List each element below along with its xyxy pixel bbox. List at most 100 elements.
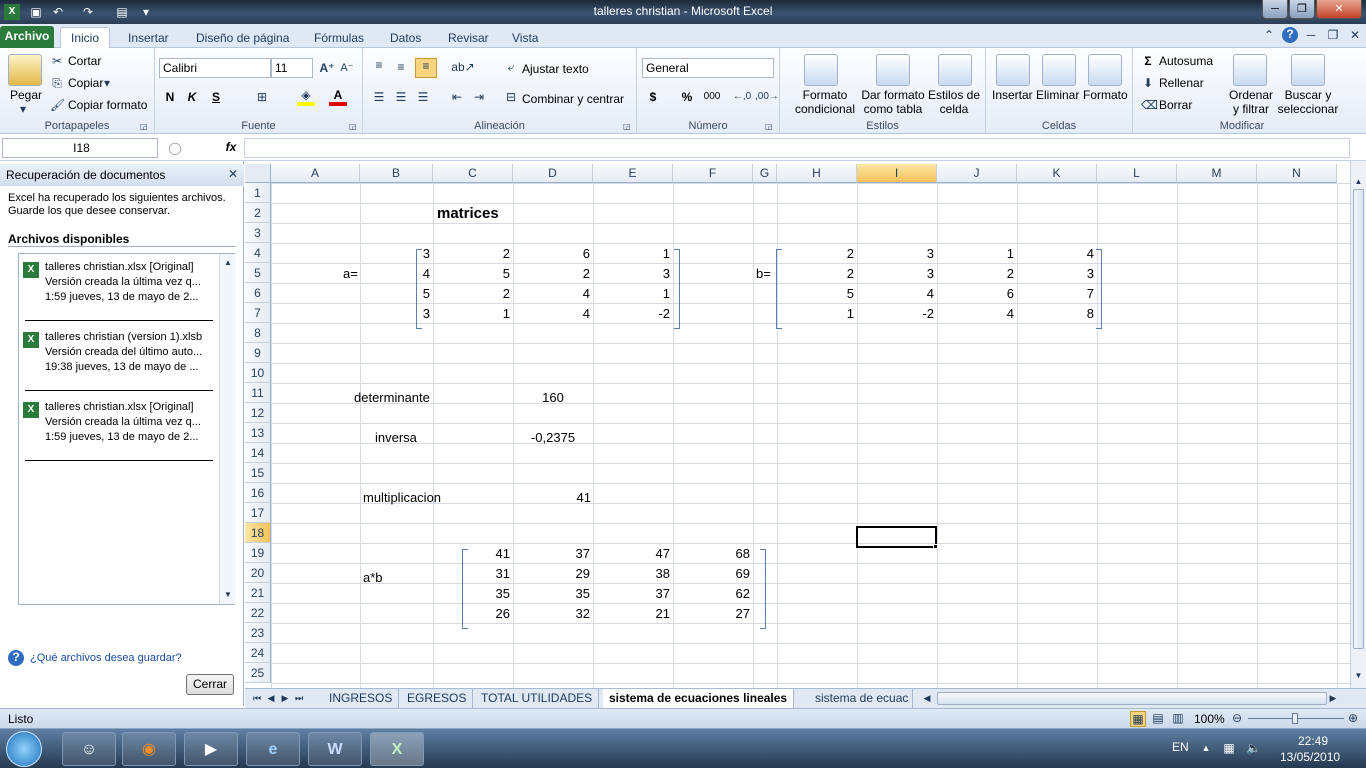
sheet-tab-ingresos[interactable]: INGRESOS: [323, 689, 400, 708]
thousands-button[interactable]: 000: [701, 90, 723, 104]
value-multiplicacion[interactable]: 41: [513, 488, 591, 508]
underline-button[interactable]: S: [209, 90, 223, 104]
align-middle-icon[interactable]: ≡: [393, 60, 409, 74]
insert-function-button[interactable]: fx: [222, 140, 240, 154]
clear-button[interactable]: Borrar: [1159, 98, 1192, 112]
matrix-cell[interactable]: 2: [937, 264, 1014, 284]
active-cell-selection[interactable]: [856, 526, 937, 548]
matrix-cell[interactable]: -2: [857, 304, 934, 324]
matrix-cell[interactable]: 1: [433, 304, 510, 324]
matrix-cell[interactable]: 29: [513, 564, 590, 584]
worksheet-grid[interactable]: ABCDEFGHIJKLMN 1 2 3 4 5 6 7 8 9 10 11 12 13 14 15 16 17…: [245, 161, 1350, 688]
sheet-tab-sistema-ecuac[interactable]: sistema de ecuac: [809, 689, 913, 708]
matrix-cell[interactable]: 1: [937, 244, 1014, 264]
wrap-text-button[interactable]: Ajustar texto: [522, 62, 589, 76]
label-ab[interactable]: a*b: [363, 568, 383, 588]
recovered-file-2[interactable]: X talleres christian (version 1).xlsb Ve…: [23, 330, 235, 375]
decrease-indent-icon[interactable]: ⇤: [449, 90, 465, 104]
matrix-cell[interactable]: 2: [433, 284, 510, 304]
matrix-cell[interactable]: 8: [1017, 304, 1094, 324]
row-header[interactable]: 15: [245, 463, 271, 483]
matrix-cell[interactable]: 3: [1017, 264, 1094, 284]
copy-dropdown-icon[interactable]: ▾: [104, 76, 110, 90]
row-header[interactable]: 14: [245, 443, 271, 463]
row-header[interactable]: 25: [245, 663, 271, 683]
font-name-combo[interactable]: Calibri: [159, 58, 271, 78]
matrix-cell[interactable]: 41: [433, 544, 510, 564]
show-hidden-icons-icon[interactable]: ▲: [1200, 741, 1212, 755]
tab-formulas[interactable]: Fórmulas: [304, 28, 374, 48]
matrix-cell[interactable]: 2: [777, 264, 854, 284]
close-recovery-button[interactable]: Cerrar: [186, 674, 234, 695]
shrink-font-icon[interactable]: A⁻: [339, 61, 355, 75]
vertical-scrollbar[interactable]: ▲ ▼: [1350, 161, 1366, 688]
scroll-down-icon[interactable]: ▼: [1351, 669, 1366, 683]
delete-cells-icon[interactable]: [1042, 54, 1076, 86]
italic-button[interactable]: K: [185, 90, 199, 104]
row-header[interactable]: 6: [245, 283, 271, 303]
matrix-cell[interactable]: 2: [777, 244, 854, 264]
alignment-launcher-icon[interactable]: ◲: [623, 120, 631, 134]
last-sheet-icon[interactable]: ⏭: [293, 691, 305, 705]
matrix-cell[interactable]: 4: [1017, 244, 1094, 264]
zoom-in-icon[interactable]: ⊕: [1346, 711, 1360, 725]
taskbar-media-icon[interactable]: ▶: [184, 732, 238, 766]
currency-button[interactable]: $: [645, 90, 661, 104]
matrix-cell[interactable]: 37: [593, 584, 670, 604]
row-header[interactable]: 19: [245, 543, 271, 563]
autosum-button[interactable]: Autosuma: [1159, 54, 1213, 68]
scroll-up-icon[interactable]: ▲: [1351, 175, 1366, 189]
row-header[interactable]: 1: [245, 183, 271, 203]
conditional-format-button[interactable]: Formato condicional: [788, 88, 862, 116]
grow-font-icon[interactable]: A⁺: [319, 61, 335, 75]
row-header[interactable]: 11: [245, 383, 271, 403]
align-bottom-icon[interactable]: ≡: [415, 58, 437, 78]
matrix-cell[interactable]: 1: [593, 284, 670, 304]
minimize-button[interactable]: ─: [1262, 0, 1288, 19]
taskbar-people-icon[interactable]: ☺: [62, 732, 116, 766]
format-as-table-button[interactable]: Dar formato como tabla: [860, 88, 926, 116]
matrix-cell[interactable]: 4: [513, 284, 590, 304]
matrix-cell[interactable]: 3: [593, 264, 670, 284]
formula-input[interactable]: [244, 138, 1350, 158]
horizontal-scroll-thumb[interactable]: [937, 692, 1327, 705]
volume-icon[interactable]: 🔈: [1246, 741, 1261, 755]
doc-minimize-icon[interactable]: ─: [1304, 28, 1318, 42]
matrix-cell[interactable]: 37: [513, 544, 590, 564]
format-cells-icon[interactable]: [1088, 54, 1122, 86]
find-select-icon[interactable]: [1291, 54, 1325, 86]
fill-handle[interactable]: [933, 544, 938, 549]
label-b[interactable]: b=: [756, 264, 771, 284]
column-header[interactable]: L: [1097, 164, 1177, 183]
name-box[interactable]: I18: [2, 138, 158, 158]
row-header[interactable]: 16: [245, 483, 271, 503]
number-format-combo[interactable]: General: [642, 58, 774, 78]
row-header[interactable]: 12: [245, 403, 271, 423]
number-launcher-icon[interactable]: ◲: [765, 120, 773, 134]
doc-close-icon[interactable]: ✕: [1348, 28, 1362, 42]
sheet-tab-egresos[interactable]: EGRESOS: [401, 689, 474, 708]
matrix-cell[interactable]: 26: [433, 604, 510, 624]
row-header[interactable]: 5: [245, 263, 271, 283]
matrix-cell[interactable]: 1: [777, 304, 854, 324]
matrix-cell[interactable]: 7: [1017, 284, 1094, 304]
column-header[interactable]: E: [593, 164, 673, 183]
paste-icon[interactable]: [8, 54, 42, 86]
column-header[interactable]: M: [1177, 164, 1257, 183]
zoom-out-icon[interactable]: ⊖: [1230, 711, 1244, 725]
taskbar-word-icon[interactable]: W: [308, 732, 362, 766]
tab-archivo[interactable]: Archivo: [0, 26, 54, 48]
tab-datos[interactable]: Datos: [380, 28, 431, 48]
matrix-cell[interactable]: 3: [857, 264, 934, 284]
paste-dropdown-icon[interactable]: ▾: [20, 102, 26, 116]
increase-indent-icon[interactable]: ⇥: [471, 90, 487, 104]
column-header[interactable]: N: [1257, 164, 1337, 183]
network-icon[interactable]: ▦: [1222, 741, 1236, 755]
column-header[interactable]: F: [673, 164, 753, 183]
tab-revisar[interactable]: Revisar: [438, 28, 499, 48]
column-header[interactable]: B: [360, 164, 433, 183]
find-select-button[interactable]: Buscar y seleccionar: [1275, 88, 1341, 116]
decrease-decimal-icon[interactable]: ,00→: [755, 90, 779, 104]
column-header[interactable]: I: [857, 164, 937, 183]
insert-cells-button[interactable]: Insertar: [992, 88, 1033, 102]
